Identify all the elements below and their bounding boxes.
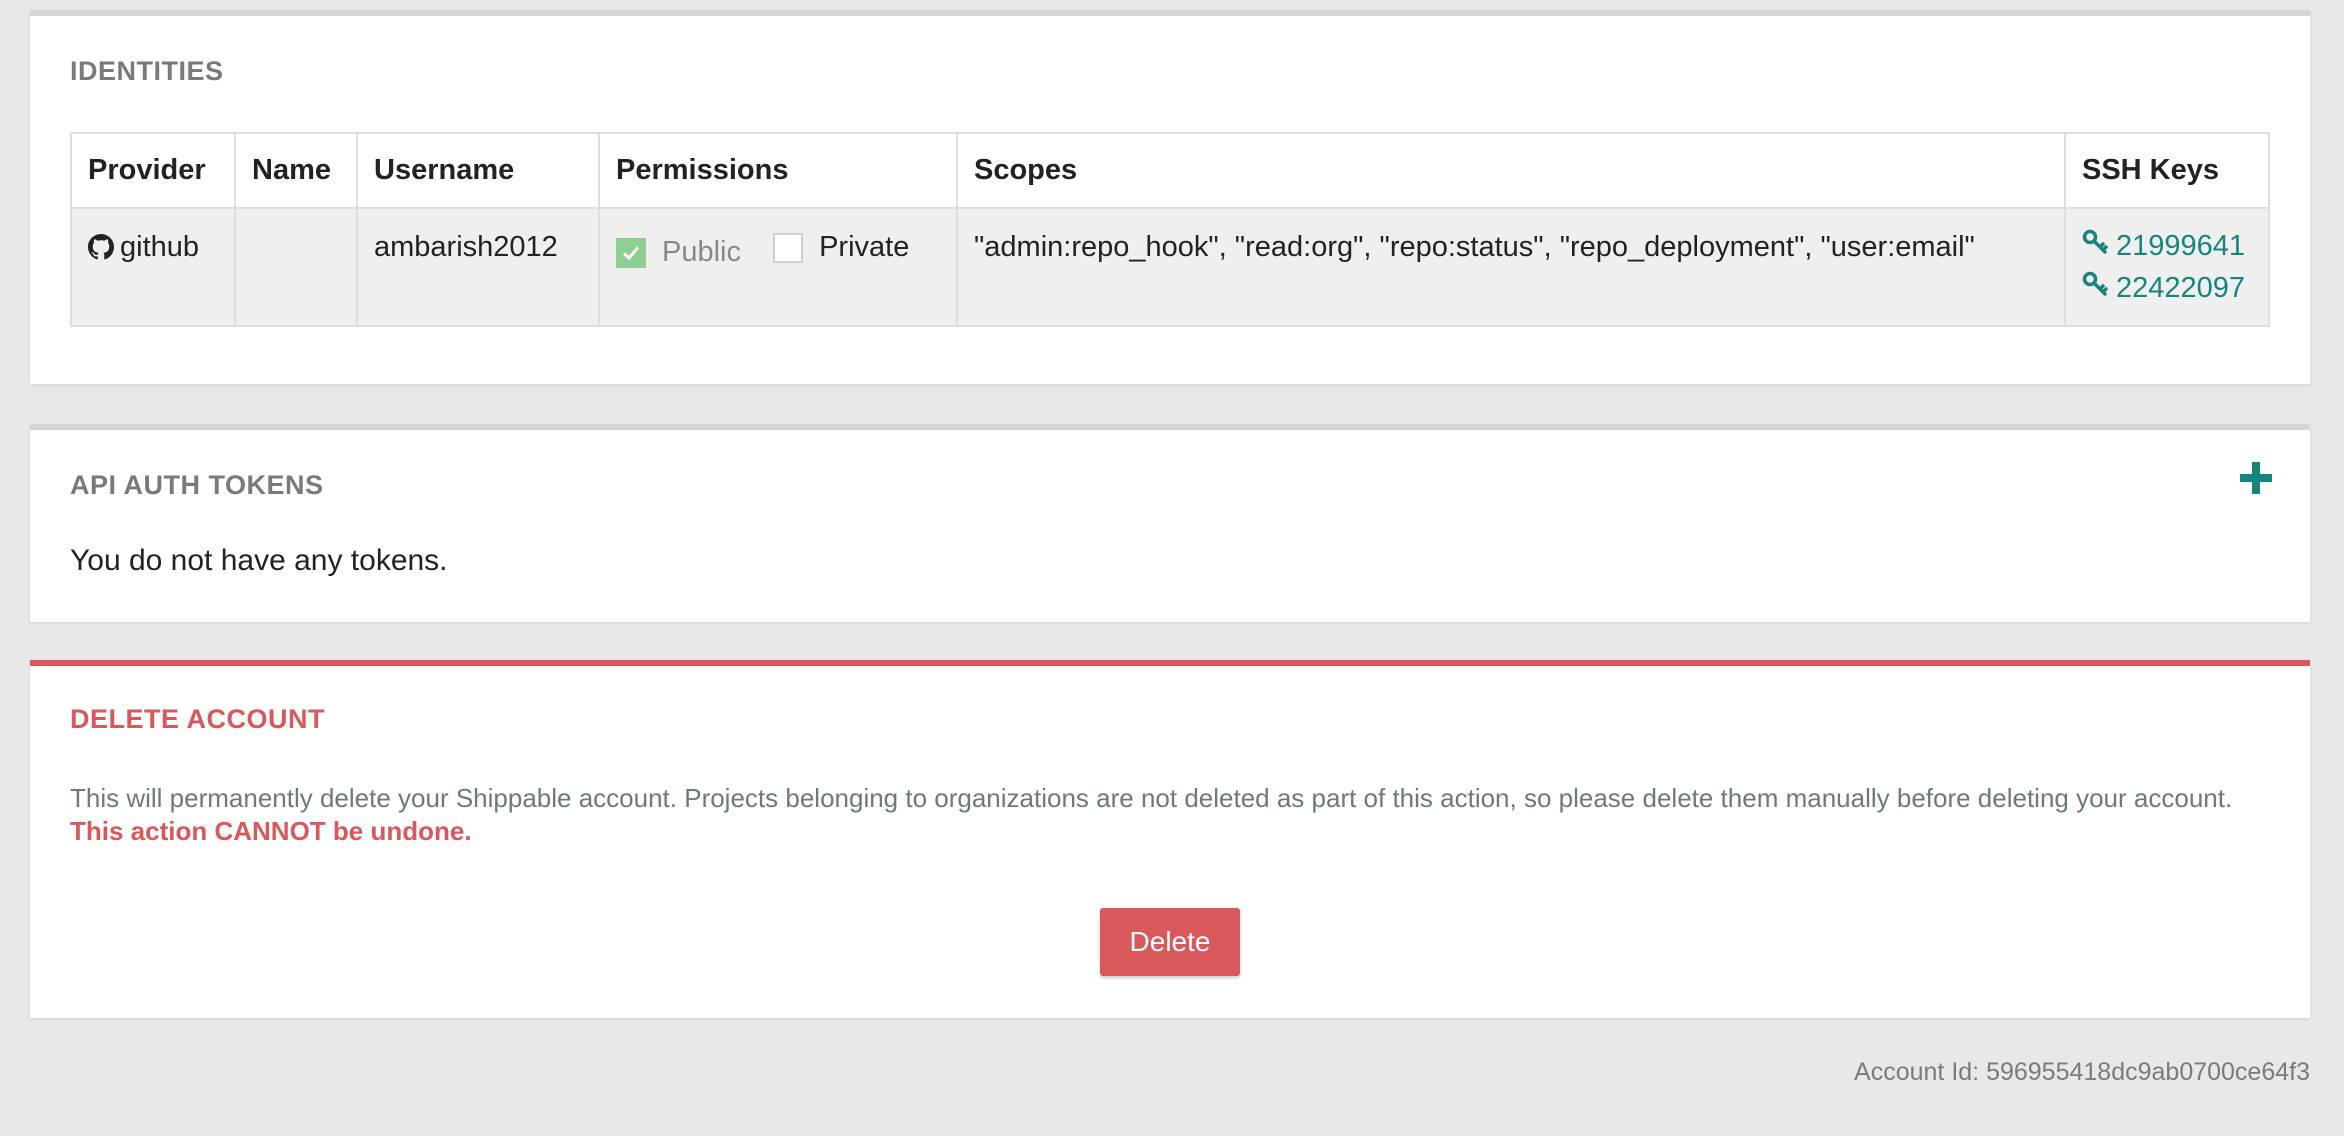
permission-public[interactable]: Public [616, 236, 741, 269]
delete-account-description: This will permanently delete your Shippa… [70, 783, 2233, 813]
table-row: github ambarish2012 Public Private "admi… [70, 207, 2270, 327]
plus-icon[interactable] [2238, 460, 2274, 496]
identities-table: Provider Name Username Permissions Scope… [70, 132, 2270, 327]
key-icon [2082, 225, 2108, 267]
ssh-key-link[interactable]: 22422097 [2082, 267, 2252, 309]
permission-private[interactable]: Private [773, 231, 909, 264]
delete-account-warning: This action CANNOT be undone. [70, 816, 472, 846]
name-cell [234, 207, 358, 327]
column-header-name: Name [234, 132, 358, 209]
provider-cell: github [70, 207, 236, 327]
ssh-key-id: 22422097 [2116, 272, 2246, 304]
tokens-empty-message: You do not have any tokens. [70, 544, 448, 577]
private-checkbox[interactable] [773, 232, 804, 263]
account-id: Account Id: 596955418dc9ab0700ce64f3 [1854, 1058, 2310, 1086]
public-label: Public [662, 236, 741, 268]
ssh-key-id: 21999641 [2116, 230, 2246, 262]
column-header-provider: Provider [70, 132, 236, 209]
api-tokens-card: API AUTH TOKENS You do not have any toke… [30, 424, 2310, 622]
scopes-cell: "admin:repo_hook", "read:org", "repo:sta… [956, 207, 2066, 327]
delete-account-card: DELETE ACCOUNT This will permanently del… [30, 660, 2310, 1018]
table-header-row: Provider Name Username Permissions Scope… [70, 132, 2270, 209]
identities-card: IDENTITIES Provider Name Username Permis… [30, 10, 2310, 384]
username-cell: ambarish2012 [356, 207, 600, 327]
delete-account-title: DELETE ACCOUNT [70, 704, 325, 734]
column-header-username: Username [356, 132, 600, 209]
column-header-ssh-keys: SSH Keys [2064, 132, 2270, 209]
provider-name: github [120, 231, 200, 263]
delete-button[interactable]: Delete [1100, 908, 1240, 976]
key-icon [2082, 267, 2108, 309]
ssh-key-link[interactable]: 21999641 [2082, 225, 2252, 267]
permissions-cell: Public Private [598, 207, 958, 327]
checkmark-icon [622, 246, 640, 260]
private-label: Private [819, 231, 910, 263]
api-tokens-title: API AUTH TOKENS [70, 470, 324, 500]
github-icon [88, 234, 114, 268]
ssh-keys-cell: 21999641 22422097 [2064, 207, 2270, 327]
public-checkbox[interactable] [616, 237, 646, 268]
identities-title: IDENTITIES [70, 56, 224, 86]
column-header-scopes: Scopes [956, 132, 2066, 209]
column-header-permissions: Permissions [598, 132, 958, 209]
